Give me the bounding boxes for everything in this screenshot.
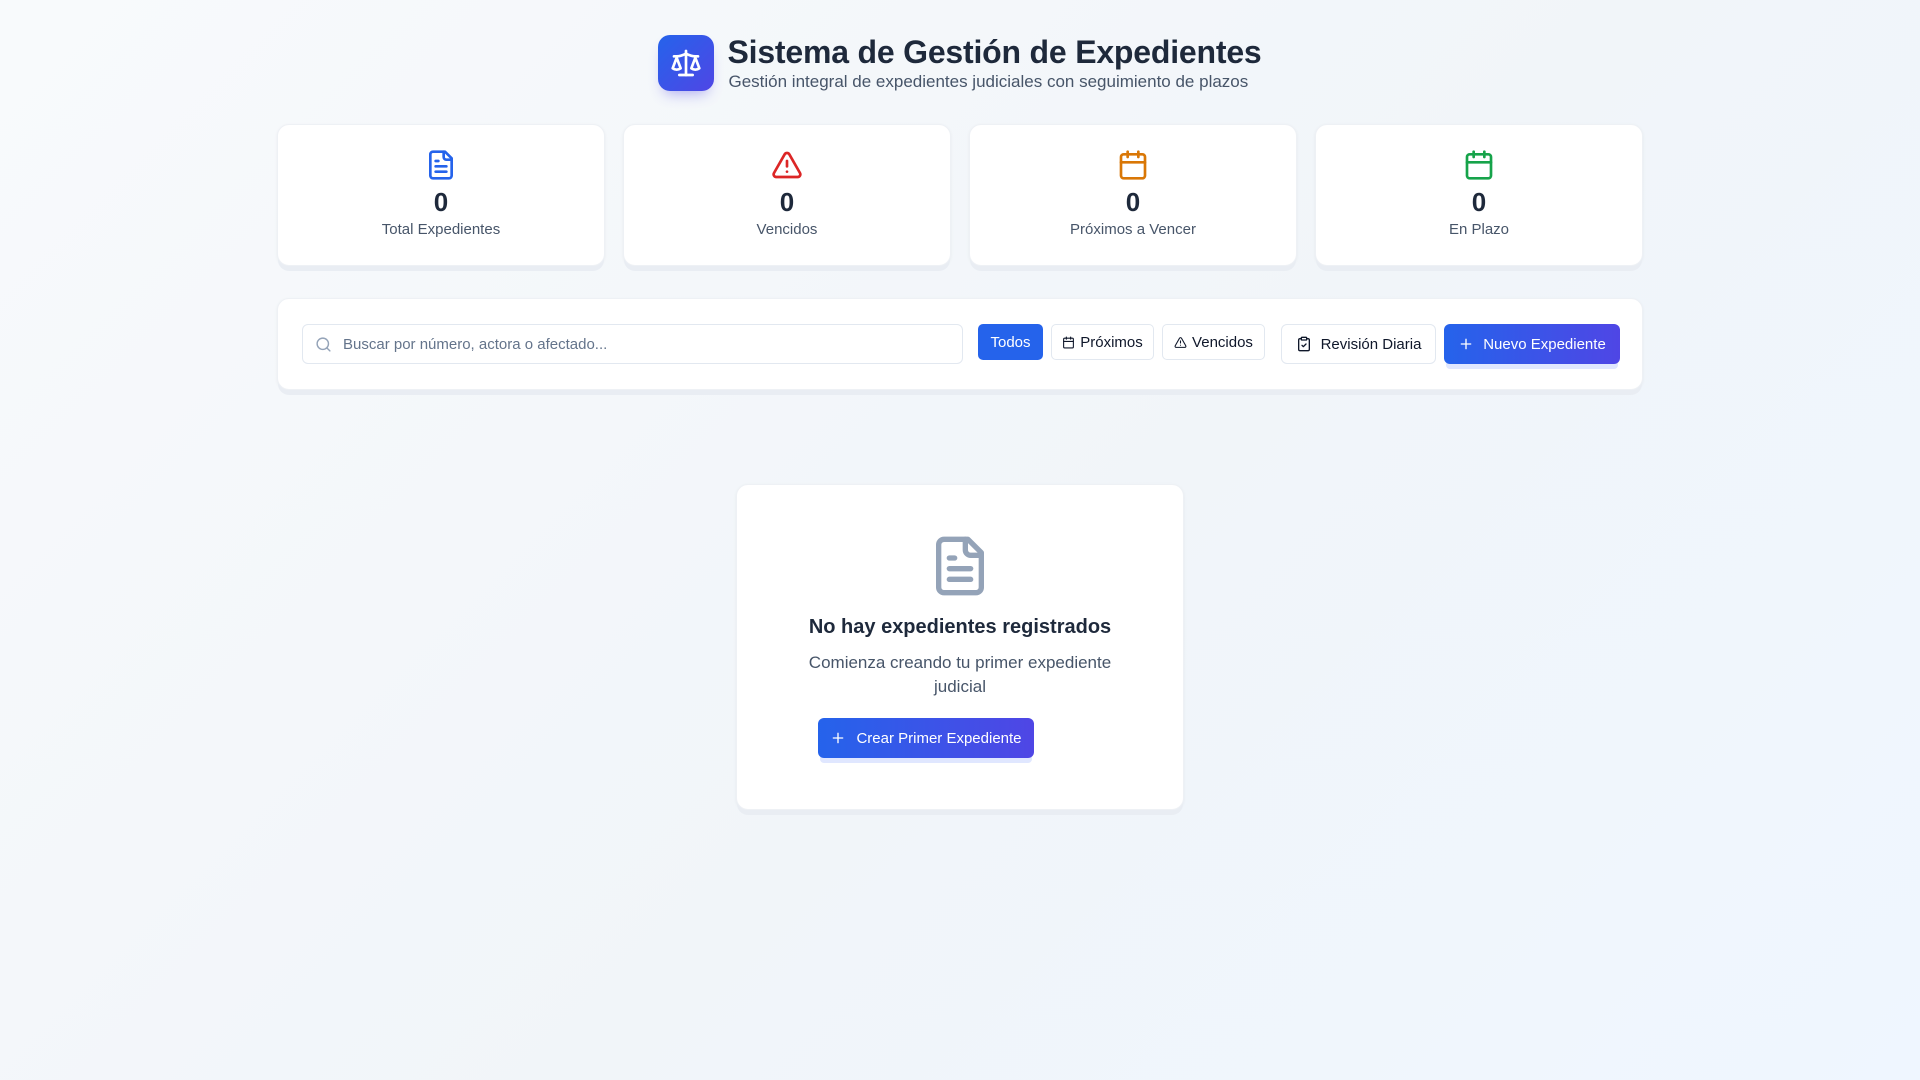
stat-card-en-plazo: 0 En Plazo	[1315, 124, 1643, 266]
toolbar: Todos Próximos Vencidos Revisión Diaria …	[277, 298, 1643, 390]
crear-label: Crear Primer Expediente	[856, 729, 1022, 747]
app-logo	[658, 35, 715, 91]
alert-triangle-icon	[1174, 336, 1187, 348]
file-text-icon	[429, 150, 453, 180]
empty-state-description: Comienza creando tu primer expediente ju…	[808, 653, 1112, 696]
page-title: Sistema de Gestión de Expedientes	[727, 34, 1262, 70]
filter-label: Vencidos	[1192, 333, 1253, 351]
page-subtitle: Gestión integral de expedientes judicial…	[728, 72, 1249, 91]
stat-card-total: 0 Total Expedientes	[277, 124, 605, 266]
stat-value: 0	[1471, 187, 1487, 217]
alert-triangle-icon	[772, 151, 802, 179]
search-input[interactable]	[303, 325, 962, 363]
search-icon	[316, 337, 331, 352]
filter-label: Todos	[990, 333, 1031, 351]
stats-grid: 0 Total Expedientes 0 Vencidos 0 Próximo…	[277, 124, 1643, 266]
stat-value: 0	[779, 187, 795, 217]
crear-primer-expediente-button[interactable]: Crear Primer Expediente	[818, 718, 1034, 758]
nuevo-expediente-button[interactable]: Nuevo Expediente	[1444, 324, 1620, 364]
file-text-icon	[936, 536, 984, 596]
empty-state-title: No hay expedientes registrados	[808, 616, 1112, 638]
page-header: Sistema de Gestión de Expedientes Gestió…	[0, 33, 1920, 93]
filter-proximos-button[interactable]: Próximos	[1051, 324, 1154, 360]
calendar-icon	[1119, 150, 1147, 180]
filter-label: Próximos	[1080, 333, 1143, 351]
plus-icon	[1460, 338, 1472, 350]
empty-state-card: No hay expedientes registrados Comienza …	[736, 484, 1184, 810]
nuevo-label: Nuevo Expediente	[1483, 335, 1606, 353]
stat-label: En Plazo	[1448, 221, 1510, 238]
plus-icon	[833, 732, 844, 744]
stat-value: 0	[1125, 187, 1141, 217]
revision-label: Revisión Diaria	[1320, 335, 1422, 353]
stat-card-proximos: 0 Próximos a Vencer	[969, 124, 1297, 266]
stat-label: Próximos a Vencer	[1070, 221, 1196, 238]
stat-value: 0	[433, 187, 449, 217]
stat-label: Vencidos	[756, 221, 818, 238]
calendar-icon	[1465, 150, 1493, 180]
calendar-icon	[1063, 336, 1075, 348]
scale-icon	[671, 49, 702, 77]
stat-card-vencidos: 0 Vencidos	[623, 124, 951, 266]
search-box	[302, 324, 963, 364]
stat-label: Total Expedientes	[381, 221, 501, 238]
revision-diaria-button[interactable]: Revisión Diaria	[1281, 324, 1436, 364]
filter-todos-button[interactable]: Todos	[978, 324, 1043, 360]
clipboard-check-icon	[1297, 336, 1310, 352]
filter-vencidos-button[interactable]: Vencidos	[1162, 324, 1265, 360]
